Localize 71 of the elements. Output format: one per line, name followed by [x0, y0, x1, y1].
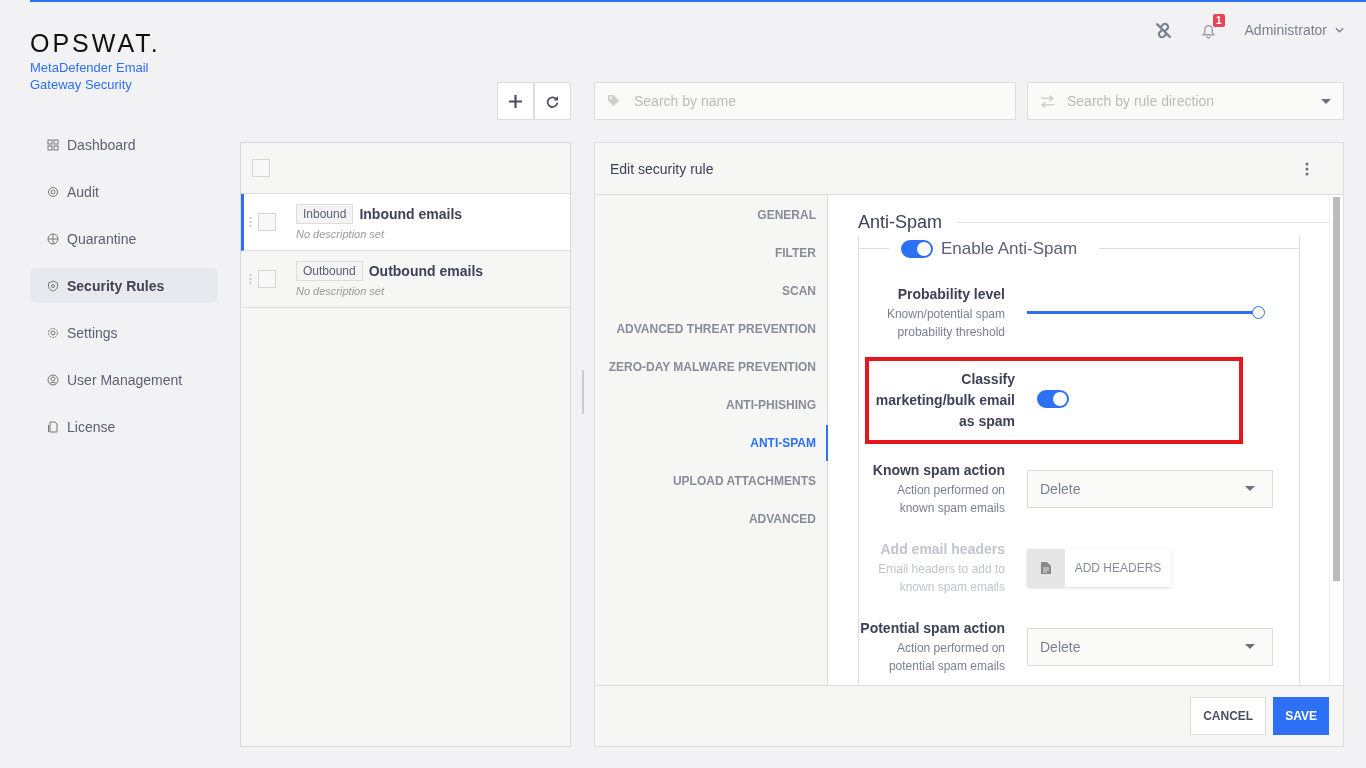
notification-badge: 1 [1212, 13, 1225, 27]
grid-icon [47, 138, 59, 151]
tag-icon [606, 94, 621, 107]
sidebar-item[interactable]: Dashboard [30, 127, 218, 162]
select-all-checkbox[interactable] [252, 159, 270, 177]
user-icon [47, 373, 59, 386]
document-icon [1041, 561, 1051, 574]
setting-label: Classify marketing/bulk email as spam [874, 370, 1015, 431]
drag-handle-icon[interactable] [249, 273, 252, 285]
brand-logo: OPSWAT. [30, 30, 162, 56]
section-title: Anti-Spam [857, 211, 943, 233]
rule-row[interactable]: Outbound Outbound emails No description set [241, 251, 570, 308]
setting-label: Add email headers [879, 540, 1005, 559]
product-name: MetaDefender Email Gateway Security [30, 59, 150, 93]
rule-name: Outbound emails [368, 263, 484, 279]
dropdown-caret-icon [1245, 486, 1255, 491]
section-tab[interactable]: ANTI-PHISHING [595, 387, 828, 423]
add-button[interactable] [497, 82, 534, 120]
sidebar-item[interactable]: Quarantine [30, 221, 218, 256]
toggle-switch[interactable] [901, 240, 933, 258]
rule-checkbox[interactable] [258, 270, 276, 288]
cancel-button[interactable]: CANCEL [1190, 697, 1267, 735]
sidebar-item[interactable]: User Management [30, 362, 218, 397]
unlink-icon[interactable] [1154, 21, 1172, 39]
sidebar-item[interactable]: Settings [30, 315, 218, 350]
section-tab[interactable]: FILTER [595, 235, 828, 271]
sidebar-item[interactable]: License [30, 409, 218, 444]
user-menu[interactable]: Administrator [1244, 22, 1344, 38]
section-tab[interactable]: UPLOAD ATTACHMENTS [595, 463, 828, 499]
rule-row[interactable]: Inbound Inbound emails No description set [241, 194, 570, 251]
panel-title: Edit security rule [610, 160, 714, 177]
action-dropdown[interactable]: Delete [1027, 469, 1273, 508]
drag-handle-icon[interactable] [249, 216, 252, 228]
rule-description: No description set [296, 285, 386, 297]
direction-tag: Outbound [296, 261, 363, 281]
setting-hint: Action performed on known spam emails [895, 482, 1005, 517]
plus-icon [509, 94, 522, 108]
shield-icon [47, 279, 59, 292]
refresh-button[interactable] [534, 82, 571, 120]
scrollbar-thumb[interactable] [1333, 197, 1340, 581]
chevron-down-icon [1335, 27, 1344, 33]
dropdown-caret-icon [1245, 644, 1255, 649]
document-icon [47, 420, 59, 433]
setting-label: Potential spam action [859, 619, 1005, 638]
section-tab[interactable]: ZERO-DAY MALWARE PREVENTION [595, 349, 828, 385]
section-tab[interactable]: GENERAL [595, 197, 828, 233]
rule-name: Inbound emails [359, 206, 463, 222]
swap-arrows-icon [1040, 94, 1055, 108]
section-tab[interactable]: ADVANCED [595, 501, 828, 537]
sidebar-item[interactable]: Audit [30, 174, 218, 209]
more-icon[interactable] [1305, 161, 1309, 176]
gear-icon [47, 326, 59, 339]
action-dropdown[interactable]: Delete [1027, 627, 1273, 666]
group-title: Enable Anti-Spam [941, 239, 1078, 259]
setting-label: Known spam action [871, 461, 1005, 480]
rule-description: No description set [296, 228, 386, 240]
dropdown-caret-icon [1321, 98, 1331, 104]
direction-tag: Inbound [296, 204, 354, 224]
search-field[interactable]: Search by name [594, 82, 1016, 120]
save-button[interactable]: SAVE [1273, 697, 1329, 735]
setting-hint: Action performed on potential spam emails [887, 640, 1005, 675]
setting-hint: Email headers to add to known spam emails [877, 561, 1005, 596]
globe-icon [47, 232, 59, 245]
section-tab[interactable]: ADVANCED THREAT PREVENTION [595, 311, 828, 347]
setting-hint: Known/potential spam probability threshold [885, 306, 1005, 341]
toggle-switch[interactable] [1037, 389, 1069, 408]
refresh-icon [546, 94, 559, 108]
setting-label: Probability level [896, 285, 1005, 304]
section-tab[interactable]: SCAN [595, 273, 828, 309]
rule-checkbox[interactable] [258, 213, 276, 231]
sidebar-item[interactable]: Security Rules [30, 268, 218, 303]
